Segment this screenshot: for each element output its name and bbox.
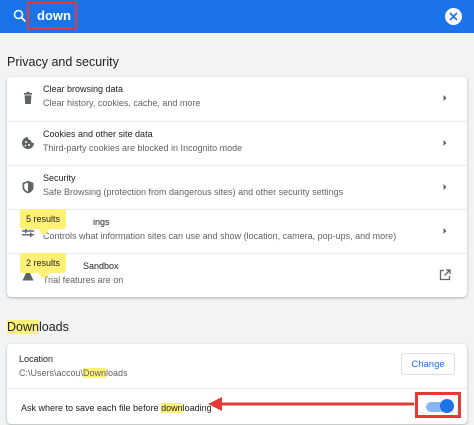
ask-where-toggle[interactable] xyxy=(426,399,454,413)
privacy-sandbox-row[interactable]: Sandbox Trial features are on xyxy=(7,253,467,296)
row-subtitle: Controls what information sites can use … xyxy=(43,231,397,241)
row-subtitle: Safe Browsing (protection from dangerous… xyxy=(43,187,344,197)
row-title: Security xyxy=(43,173,76,183)
cookie-icon xyxy=(22,137,34,149)
chevron-right-icon xyxy=(443,184,447,190)
row-subtitle: Clear history, cookies, cache, and more xyxy=(43,98,201,108)
clear-browsing-data-row[interactable]: Clear browsing data Clear history, cooki… xyxy=(7,77,467,120)
path-highlight: Down xyxy=(83,368,107,378)
chevron-right-icon xyxy=(443,228,447,234)
trash-icon xyxy=(24,91,32,104)
chevron-right-icon xyxy=(443,140,447,146)
ask-highlight: down xyxy=(161,403,183,413)
ask-where-label: Ask where to save each file before downl… xyxy=(21,403,212,413)
location-path: C:\Users\accou\Downloads xyxy=(19,368,128,378)
open-in-new-icon xyxy=(439,269,451,281)
downloads-section-title: Downloads xyxy=(7,320,69,334)
row-subtitle: Third-party cookies are blocked in Incog… xyxy=(43,143,243,153)
toggle-annotation-box xyxy=(415,392,461,418)
change-location-button[interactable]: Change xyxy=(401,353,455,375)
search-results-bubble: 5 results xyxy=(20,209,67,235)
downloads-card: Location C:\Users\accou\Downloads Change… xyxy=(7,344,467,424)
security-row[interactable]: Security Safe Browsing (protection from … xyxy=(7,165,467,208)
path-pre: C:\Users\accou\ xyxy=(19,368,84,378)
row-subtitle: Trial features are on xyxy=(43,275,124,285)
privacy-card: Clear browsing data Clear history, cooki… xyxy=(7,77,467,297)
chevron-right-icon xyxy=(443,95,447,101)
row-title: Cookies and other site data xyxy=(43,129,153,139)
toggle-knob xyxy=(440,399,454,413)
ask-pre: Ask where to save each file before xyxy=(21,403,162,413)
shield-icon xyxy=(22,180,34,194)
search-bar: down xyxy=(0,0,474,33)
annotation-arrow xyxy=(208,397,414,411)
location-label: Location xyxy=(19,354,54,364)
search-icon xyxy=(13,9,27,23)
search-annotation-box xyxy=(27,2,77,29)
row-title: ings xyxy=(93,217,110,227)
title-rest: loads xyxy=(38,320,69,334)
privacy-section-title: Privacy and security xyxy=(7,55,119,69)
row-title: Sandbox xyxy=(83,261,119,271)
clear-search-button[interactable] xyxy=(445,8,462,25)
location-row: Location C:\Users\accou\Downloads Change xyxy=(7,344,467,388)
title-highlight: Down xyxy=(7,320,39,334)
row-title: Clear browsing data xyxy=(43,84,124,94)
search-results-bubble: 2 results xyxy=(20,253,67,279)
close-icon xyxy=(449,12,458,21)
cookies-row[interactable]: Cookies and other site data Third-party … xyxy=(7,121,467,164)
site-settings-row[interactable]: ings Controls what information sites can… xyxy=(7,209,467,252)
path-post: loads xyxy=(106,368,128,378)
